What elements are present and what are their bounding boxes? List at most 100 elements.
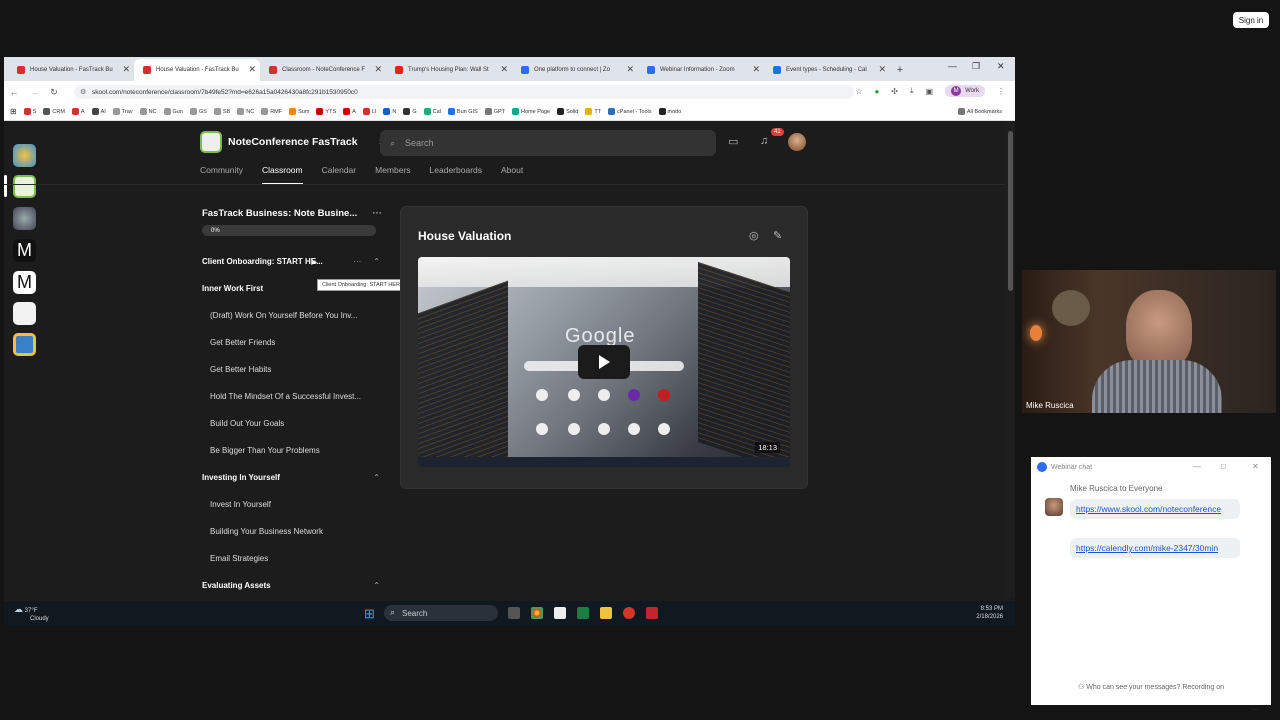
- lesson-item[interactable]: Building Your Business Network: [210, 527, 380, 536]
- app-icon[interactable]: [554, 607, 566, 619]
- bookmark-item[interactable]: RMF: [261, 108, 282, 115]
- windows-start-icon[interactable]: ⊞: [364, 606, 375, 622]
- bookmark-item[interactable]: Solid: [557, 108, 578, 115]
- bookmark-item[interactable]: Bun GIS: [447, 108, 478, 115]
- chevron-up-icon[interactable]: ⌃: [373, 581, 380, 590]
- bookmark-item[interactable]: AI: [91, 108, 106, 115]
- nav-tab-about[interactable]: About: [501, 165, 523, 185]
- nav-tab-classroom[interactable]: Classroom: [261, 165, 303, 185]
- bookmark-item[interactable]: CRM: [43, 108, 65, 115]
- excel-icon[interactable]: [577, 607, 589, 619]
- bookmark-item[interactable]: LI: [362, 108, 376, 115]
- back-icon[interactable]: ←: [4, 87, 24, 97]
- extensions-puzzle-icon[interactable]: ✣: [891, 87, 898, 96]
- video-player[interactable]: Google 18:13: [418, 257, 790, 467]
- bookmark-item[interactable]: GPT: [484, 108, 505, 115]
- browser-menu-icon[interactable]: ⋮: [997, 87, 1005, 96]
- bookmark-item[interactable]: modo: [658, 108, 681, 115]
- mark-complete-icon[interactable]: ◎: [749, 229, 759, 242]
- user-avatar[interactable]: [788, 133, 806, 151]
- nav-tab-calendar[interactable]: Calendar: [322, 165, 357, 185]
- bookmark-item[interactable]: Cal: [423, 108, 441, 115]
- lesson-item[interactable]: Build Out Your Goals: [210, 419, 380, 428]
- chat-minimize-icon[interactable]: —: [1193, 462, 1201, 471]
- browser-tab[interactable]: Classroom - NoteConference F ✕: [260, 59, 386, 81]
- lesson-item[interactable]: Hold The Mindset Of a Successful Invest.…: [210, 392, 380, 401]
- sidepanel-icon[interactable]: ▣: [926, 87, 934, 96]
- lesson-item[interactable]: Get Better Friends: [210, 338, 380, 347]
- url-field[interactable]: ⚙ skool.com/noteconference/classroom/7b4…: [74, 85, 854, 99]
- tab-close-icon[interactable]: ✕: [626, 64, 634, 75]
- community-icon-1[interactable]: [13, 144, 36, 167]
- bookmark-star-icon[interactable]: ☆: [855, 87, 862, 96]
- lesson-item[interactable]: Email Strategies: [210, 554, 380, 563]
- browser-tab[interactable]: House Valuation - FasTrack Bu ✕: [8, 59, 134, 81]
- task-view-icon[interactable]: [508, 607, 520, 619]
- bookmark-item[interactable]: N: [383, 108, 396, 115]
- community-icon-6[interactable]: [13, 302, 36, 325]
- bookmark-item[interactable]: S: [23, 108, 36, 115]
- community-icon-m1[interactable]: M: [13, 239, 36, 262]
- browser-tab[interactable]: House Valuation - FasTrack Bu ✕: [134, 59, 260, 81]
- chat-more-icon[interactable]: ...: [1251, 705, 1257, 712]
- browser-tab[interactable]: Webinar Information - Zoom ✕: [638, 59, 764, 81]
- file-explorer-icon[interactable]: [600, 607, 612, 619]
- tab-close-icon[interactable]: ✕: [374, 64, 382, 75]
- community-icon-7[interactable]: [13, 333, 36, 356]
- system-clock[interactable]: 8:53 PM 2/18/2026: [976, 605, 1003, 621]
- reload-icon[interactable]: ↻: [44, 87, 64, 98]
- page-scrollbar[interactable]: [1005, 121, 1015, 598]
- lesson-item[interactable]: Be Bigger Than Your Problems: [210, 446, 380, 455]
- lesson-item[interactable]: (Draft) Work On Yourself Before You Inv.…: [210, 311, 380, 320]
- chat-close-icon[interactable]: ✕: [1252, 462, 1259, 471]
- bookmark-item[interactable]: cPanel - Tools: [608, 108, 652, 115]
- chat-message-link[interactable]: https://calendly.com/mike-2347/30min: [1070, 538, 1240, 558]
- chevron-up-icon[interactable]: ⌃: [373, 473, 380, 482]
- maximize-icon[interactable]: ❐: [972, 61, 980, 72]
- bookmark-item[interactable]: NC: [139, 108, 157, 115]
- play-button[interactable]: [578, 345, 630, 379]
- browser-tab[interactable]: Trump's Housing Plan: Wall St ✕: [386, 59, 512, 81]
- bookmark-item[interactable]: A: [343, 108, 356, 115]
- bookmark-item[interactable]: YTS: [316, 108, 336, 115]
- app-icon[interactable]: [646, 607, 658, 619]
- chat-message-link[interactable]: https://www.skool.com/noteconference: [1070, 499, 1240, 519]
- downloads-icon[interactable]: ⤓: [910, 86, 914, 96]
- edit-pencil-icon[interactable]: ✎: [773, 229, 782, 242]
- bell-icon[interactable]: ♫: [760, 135, 768, 147]
- app-icon[interactable]: [623, 607, 635, 619]
- community-icon-m2[interactable]: M: [13, 271, 36, 294]
- minimize-icon[interactable]: —: [948, 61, 957, 71]
- lesson-item[interactable]: Get Better Habits: [210, 365, 380, 374]
- bookmark-item[interactable]: SB: [213, 108, 230, 115]
- tab-close-icon[interactable]: ✕: [752, 64, 760, 75]
- course-more-icon[interactable]: ···: [373, 208, 383, 219]
- nav-tab-members[interactable]: Members: [375, 165, 410, 185]
- bookmark-item[interactable]: Sum: [289, 108, 309, 115]
- tab-close-icon[interactable]: ✕: [248, 64, 256, 75]
- new-tab-button[interactable]: +: [890, 59, 910, 81]
- weather-widget[interactable]: ☁ 37°F Cloudy: [14, 605, 49, 623]
- section-more-icon[interactable]: ···: [353, 257, 361, 266]
- tab-close-icon[interactable]: ✕: [122, 64, 130, 75]
- close-window-icon[interactable]: ✕: [997, 61, 1005, 72]
- bookmark-item[interactable]: Home Page: [512, 108, 550, 115]
- search-input[interactable]: ⌕ Search: [380, 130, 716, 156]
- chevron-up-icon[interactable]: ⌃: [373, 257, 380, 266]
- course-section[interactable]: Client Onboarding: START HE... ··· ⌃: [202, 257, 380, 266]
- chat-icon[interactable]: ▭: [728, 135, 738, 148]
- chat-footer[interactable]: ⚇ Who can see your messages? Recording o…: [1031, 683, 1271, 691]
- chrome-icon[interactable]: [531, 607, 543, 619]
- profile-button[interactable]: M Work: [945, 85, 985, 97]
- tab-close-icon[interactable]: ✕: [878, 64, 886, 75]
- bookmark-item[interactable]: GS: [189, 108, 207, 115]
- community-icon-3[interactable]: [13, 207, 36, 230]
- bookmark-item[interactable]: TT: [585, 108, 601, 115]
- bookmark-item[interactable]: A: [71, 108, 85, 115]
- extension-icon[interactable]: ●: [874, 87, 879, 96]
- taskbar-search[interactable]: ⌕ Search: [384, 605, 498, 621]
- nav-tab-leaderboards[interactable]: Leaderboards: [430, 165, 482, 185]
- browser-tab[interactable]: Event types - Scheduling - Cal ✕: [764, 59, 890, 81]
- scroll-thumb[interactable]: [1008, 131, 1013, 291]
- community-icon-noteconference[interactable]: [13, 175, 36, 198]
